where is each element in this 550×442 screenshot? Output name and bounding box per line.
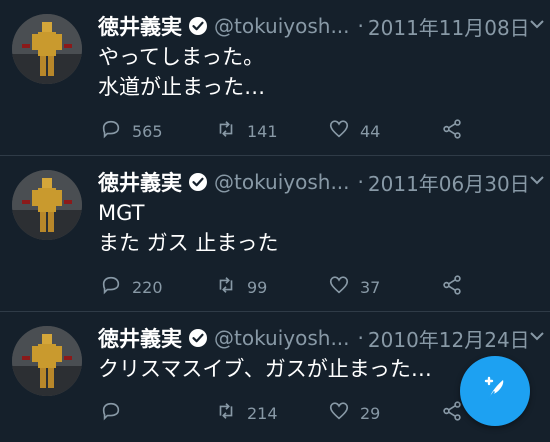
author-handle[interactable]: @tokuiyosh... [214, 326, 350, 350]
tweet-header: 徳井義実 @tokuiyosh... · 2011年06月30日 [98, 164, 540, 200]
like-count: 44 [360, 121, 381, 141]
reply-button[interactable] [100, 400, 132, 426]
reply-button[interactable]: 220 [100, 274, 163, 300]
tweet-header: 徳井義実 @tokuiyosh... · 2010年12月24日 [98, 320, 540, 356]
tweet-actions: 214 29 [98, 400, 518, 426]
tweet-actions: 565 141 44 [98, 118, 518, 144]
avatar[interactable] [12, 170, 82, 240]
like-count: 37 [360, 277, 381, 297]
retweet-icon [215, 274, 237, 300]
share-icon [441, 118, 463, 144]
retweet-button[interactable]: 214 [215, 400, 278, 426]
reply-button[interactable]: 565 [100, 118, 163, 144]
author-handle[interactable]: @tokuiyosh... [214, 170, 350, 194]
share-icon [441, 274, 463, 300]
tweet[interactable]: 徳井義実 @tokuiyosh... · 2011年11月08日 やってしまった… [0, 0, 550, 156]
separator-dot: · [357, 170, 364, 194]
like-button[interactable]: 37 [328, 274, 380, 300]
retweet-count: 214 [247, 403, 278, 423]
heart-icon [328, 400, 350, 426]
author-handle[interactable]: @tokuiyosh... [214, 14, 350, 38]
retweet-button[interactable]: 99 [215, 274, 267, 300]
timeline-feed: 徳井義実 @tokuiyosh... · 2011年11月08日 やってしまった… [0, 0, 550, 442]
like-count: 29 [360, 403, 381, 423]
tweet-text: やってしまった。 水道が止まった… [98, 45, 266, 99]
tweet-date[interactable]: 2011年11月08日 [368, 12, 530, 41]
chevron-down-icon[interactable] [530, 170, 544, 185]
share-button[interactable] [441, 118, 463, 144]
chevron-down-icon[interactable] [530, 326, 544, 341]
author-name[interactable]: 徳井義実 [98, 323, 182, 353]
chevron-down-icon[interactable] [530, 14, 544, 29]
retweet-count: 141 [247, 121, 278, 141]
heart-icon [328, 118, 350, 144]
retweet-icon [215, 400, 237, 426]
reply-icon [100, 274, 122, 300]
like-button[interactable]: 44 [328, 118, 380, 144]
avatar[interactable] [12, 326, 82, 396]
reply-count: 565 [132, 121, 163, 141]
compose-tweet-icon [477, 371, 513, 411]
verified-badge-icon [188, 16, 208, 36]
reply-icon [100, 400, 122, 426]
avatar[interactable] [12, 14, 82, 84]
reply-count: 220 [132, 277, 163, 297]
retweet-count: 99 [247, 277, 268, 297]
tweet-text: MGT また ガス 止まった [98, 201, 279, 255]
tweet-date[interactable]: 2010年12月24日 [368, 324, 530, 353]
compose-tweet-button[interactable] [460, 356, 530, 426]
share-button[interactable] [441, 274, 463, 300]
tweet-header: 徳井義実 @tokuiyosh... · 2011年11月08日 [98, 8, 540, 44]
retweet-icon [215, 118, 237, 144]
author-name[interactable]: 徳井義実 [98, 167, 182, 197]
verified-badge-icon [188, 172, 208, 192]
tweet-actions: 220 99 37 [98, 274, 518, 300]
reply-icon [100, 118, 122, 144]
like-button[interactable]: 29 [328, 400, 380, 426]
separator-dot: · [357, 326, 364, 350]
verified-badge-icon [188, 328, 208, 348]
tweet[interactable]: 徳井義実 @tokuiyosh... · 2011年06月30日 MGT また … [0, 156, 550, 312]
retweet-button[interactable]: 141 [215, 118, 278, 144]
share-icon [441, 400, 463, 426]
heart-icon [328, 274, 350, 300]
share-button[interactable] [441, 400, 463, 426]
separator-dot: · [357, 14, 364, 38]
author-name[interactable]: 徳井義実 [98, 11, 182, 41]
tweet-date[interactable]: 2011年06月30日 [368, 168, 530, 197]
